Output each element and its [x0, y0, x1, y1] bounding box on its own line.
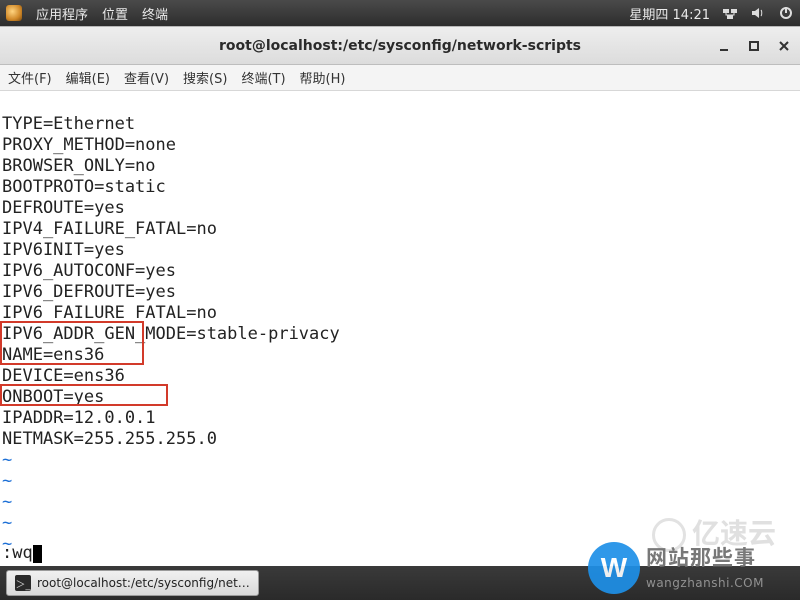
text-cursor [33, 545, 42, 563]
window-titlebar[interactable]: root@localhost:/etc/sysconfig/network-sc… [0, 27, 800, 65]
editor-line: NAME=ens36 [2, 345, 104, 365]
activities-icon[interactable] [6, 5, 22, 21]
window-title: root@localhost:/etc/sysconfig/network-sc… [219, 38, 581, 54]
editor-line: IPV6_DEFROUTE=yes [2, 282, 176, 302]
terminal-icon: ＞_ [15, 575, 31, 591]
menu-help[interactable]: 帮助(H) [300, 68, 346, 87]
panel-menu-applications[interactable]: 应用程序 [36, 4, 88, 23]
window-maximize-button[interactable] [746, 38, 762, 54]
panel-menu-terminal[interactable]: 终端 [142, 4, 168, 23]
window-close-button[interactable] [776, 38, 792, 54]
power-icon[interactable] [778, 5, 794, 21]
editor-line: IPV6INIT=yes [2, 240, 125, 260]
editor-line: IPADDR=12.0.0.1 [2, 408, 156, 428]
menu-view[interactable]: 查看(V) [124, 68, 169, 87]
editor-line: DEFROUTE=yes [2, 198, 125, 218]
editor-line: BROWSER_ONLY=no [2, 156, 156, 176]
panel-clock[interactable]: 星期四 14:21 [629, 4, 710, 23]
desktop-taskbar: ＞_ root@localhost:/etc/sysconfig/net… [0, 566, 800, 600]
editor-line: PROXY_METHOD=none [2, 135, 176, 155]
vim-command-line[interactable]: :wq [2, 543, 42, 564]
vim-tilde: ~ [2, 471, 12, 491]
panel-menu-places[interactable]: 位置 [102, 4, 128, 23]
editor-line: NETMASK=255.255.255.0 [2, 429, 217, 449]
editor-line: IPV6_AUTOCONF=yes [2, 261, 176, 281]
window-minimize-button[interactable] [716, 38, 732, 54]
terminal-window: root@localhost:/etc/sysconfig/network-sc… [0, 26, 800, 566]
editor-line: IPV4_FAILURE_FATAL=no [2, 219, 217, 239]
vim-tilde: ~ [2, 492, 12, 512]
vim-tilde: ~ [2, 513, 12, 533]
editor-line: IPV6_FAILURE_FATAL=no [2, 303, 217, 323]
network-icon[interactable] [722, 5, 738, 21]
desktop-top-panel: 应用程序 位置 终端 星期四 14:21 [0, 0, 800, 26]
taskbar-window-button[interactable]: ＞_ root@localhost:/etc/sysconfig/net… [6, 570, 259, 596]
terminal-menubar: 文件(F) 编辑(E) 查看(V) 搜索(S) 终端(T) 帮助(H) [0, 65, 800, 91]
editor-line: IPV6_ADDR_GEN_MODE=stable-privacy [2, 324, 340, 344]
menu-terminal[interactable]: 终端(T) [241, 68, 285, 87]
editor-line: TYPE=Ethernet [2, 114, 135, 134]
vim-tilde: ~ [2, 450, 12, 470]
menu-file[interactable]: 文件(F) [8, 68, 52, 87]
editor-line: BOOTPROTO=static [2, 177, 166, 197]
editor-line: DEVICE=ens36 [2, 366, 125, 386]
editor-area[interactable]: TYPE=Ethernet PROXY_METHOD=none BROWSER_… [0, 91, 800, 566]
volume-icon[interactable] [750, 5, 766, 21]
menu-search[interactable]: 搜索(S) [183, 68, 227, 87]
editor-line: ONBOOT=yes [2, 387, 104, 407]
menu-edit[interactable]: 编辑(E) [66, 68, 110, 87]
taskbar-window-label: root@localhost:/etc/sysconfig/net… [37, 576, 250, 590]
